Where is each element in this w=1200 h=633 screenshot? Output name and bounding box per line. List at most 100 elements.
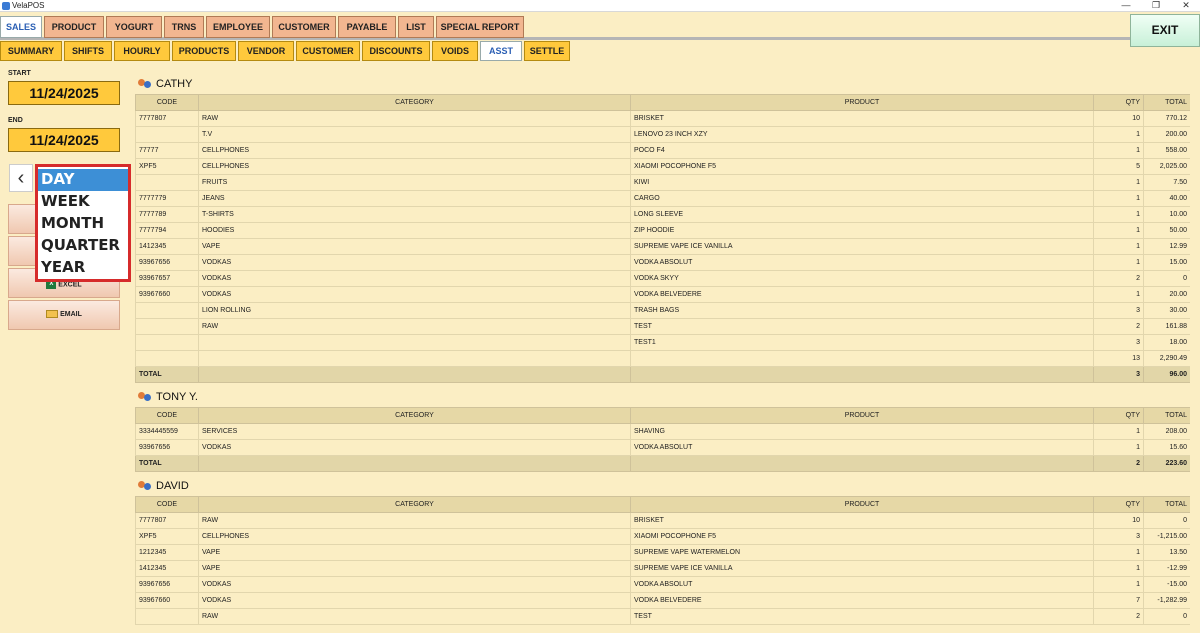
table-cell: VODKAS: [198, 254, 631, 271]
table-row[interactable]: 93967660 VODKAS VODKA BELVEDERE 7 -1,282.99: [135, 592, 1190, 609]
period-dropdown-list[interactable]: DAY WEEK MONTH QUARTER YEAR: [35, 164, 131, 282]
maximize-button[interactable]: ❐: [1142, 0, 1170, 12]
col-product[interactable]: PRODUCT: [630, 94, 1094, 111]
table-row[interactable]: 93967660 VODKAS VODKA BELVEDERE 1 20.00: [135, 286, 1190, 303]
table-cell: 3: [1093, 334, 1144, 351]
table-row[interactable]: 7777807 RAW BRISKET 10 0: [135, 512, 1190, 529]
table-row[interactable]: 7777779 JEANS CARGO 1 40.00: [135, 190, 1190, 207]
table-row[interactable]: 1412345 VAPE SUPREME VAPE ICE VANILLA 1 12.9…: [135, 238, 1190, 255]
col-product[interactable]: PRODUCT: [630, 407, 1094, 424]
start-date-button[interactable]: 11/24/2025: [8, 81, 120, 105]
tab-special-report[interactable]: SPECIAL REPORT: [436, 16, 524, 38]
table-row[interactable]: 93967657 VODKAS VODKA SKYY 2 0: [135, 270, 1190, 287]
tab-yogurt[interactable]: YOGURT: [106, 16, 162, 38]
table-row[interactable]: T.V LENOVO 23 INCH XZY 1 200.00: [135, 126, 1190, 143]
table-cell: 93967660: [135, 592, 199, 609]
tab-list[interactable]: LIST: [398, 16, 434, 38]
table-cell: 30.00: [1143, 302, 1190, 319]
table-cell: SUPREME VAPE WATERMELON: [630, 544, 1094, 561]
table-cell: VAPE: [198, 544, 631, 561]
tab-employee[interactable]: EMPLOYEE: [206, 16, 270, 38]
subtab-discounts[interactable]: DISCOUNTS: [362, 41, 430, 61]
table-cell: VAPE: [198, 560, 631, 577]
minimize-button[interactable]: —: [1112, 0, 1140, 12]
tab-trns[interactable]: TRNS: [164, 16, 204, 38]
table-row[interactable]: 1212345 VAPE SUPREME VAPE WATERMELON 1 13.50: [135, 544, 1190, 561]
previous-period-button[interactable]: ‹: [9, 164, 33, 192]
period-option-month[interactable]: MONTH: [38, 213, 128, 235]
tab-sales[interactable]: SALES: [0, 16, 42, 38]
employee-sales-report[interactable]: CATHY CODE CATEGORY PRODUCT QTY TOTAL 77…: [135, 74, 1190, 633]
col-total[interactable]: TOTAL: [1143, 496, 1190, 513]
subtab-customer[interactable]: CUSTOMER: [296, 41, 360, 61]
table-cell: 7777789: [135, 206, 199, 223]
table-row[interactable]: 93967656 VODKAS VODKA ABSOLUT 1 15.00: [135, 254, 1190, 271]
subtab-voids[interactable]: VOIDS: [432, 41, 478, 61]
table-row[interactable]: 7777789 T-SHIRTS LONG SLEEVE 1 10.00: [135, 206, 1190, 223]
title-bar: VelaPOS — ❐ ✕: [0, 0, 1200, 12]
period-option-week[interactable]: WEEK: [38, 191, 128, 213]
close-window-button[interactable]: ✕: [1172, 0, 1200, 12]
table-cell: 77777: [135, 142, 199, 159]
period-option-year[interactable]: YEAR: [38, 257, 128, 279]
table-cell: SERVICES: [198, 423, 631, 440]
period-option-day[interactable]: DAY: [38, 169, 128, 191]
col-category[interactable]: CATEGORY: [198, 407, 631, 424]
table-row[interactable]: 7777807 RAW BRISKET 10 770.12: [135, 110, 1190, 127]
col-code[interactable]: CODE: [135, 496, 199, 513]
col-total[interactable]: TOTAL: [1143, 407, 1190, 424]
table-cell: SHAVING: [630, 423, 1094, 440]
table-row[interactable]: XPF5 CELLPHONES XIAOMI POCOPHONE F5 5 2,025.…: [135, 158, 1190, 175]
table-cell: [135, 126, 199, 143]
table-cell: [135, 174, 199, 191]
col-qty[interactable]: QTY: [1093, 407, 1144, 424]
col-product[interactable]: PRODUCT: [630, 496, 1094, 513]
tab-payable[interactable]: PAYABLE: [338, 16, 396, 38]
email-button[interactable]: EMAIL: [8, 300, 120, 330]
col-total[interactable]: TOTAL: [1143, 94, 1190, 111]
subtab-hourly[interactable]: HOURLY: [114, 41, 170, 61]
table-row[interactable]: XPF5 CELLPHONES XIAOMI POCOPHONE F5 3 -1,215…: [135, 528, 1190, 545]
period-option-quarter[interactable]: QUARTER: [38, 235, 128, 257]
start-label: START: [8, 70, 31, 77]
subtab-products[interactable]: PRODUCTS: [172, 41, 236, 61]
col-category[interactable]: CATEGORY: [198, 94, 631, 111]
subtab-asst[interactable]: ASST: [480, 41, 522, 61]
table-cell: RAW: [198, 318, 631, 335]
table-row[interactable]: 77777 CELLPHONES POCO F4 1 558.00: [135, 142, 1190, 159]
col-code[interactable]: CODE: [135, 407, 199, 424]
table-cell: VODKAS: [198, 286, 631, 303]
employee-name: CATHY: [156, 78, 193, 90]
table-cell: 3334445559: [135, 423, 199, 440]
table-row[interactable]: 93967656 VODKAS VODKA ABSOLUT 1 15.60: [135, 439, 1190, 456]
subtab-vendor[interactable]: VENDOR: [238, 41, 294, 61]
table-row[interactable]: LION ROLLING TRASH BAGS 3 30.00: [135, 302, 1190, 319]
table-row[interactable]: RAW TEST 2 161.88: [135, 318, 1190, 335]
table-row[interactable]: 1412345 VAPE SUPREME VAPE ICE VANILLA 1 -12.…: [135, 560, 1190, 577]
exit-button[interactable]: EXIT: [1130, 14, 1200, 47]
table-cell: CARGO: [630, 190, 1094, 207]
table-row[interactable]: 3334445559 SERVICES SHAVING 1 208.00: [135, 423, 1190, 440]
total-row: TOTAL 2 223.60: [135, 455, 1190, 472]
tab-product[interactable]: PRODUCT: [44, 16, 104, 38]
table-cell: [630, 366, 1094, 383]
col-category[interactable]: CATEGORY: [198, 496, 631, 513]
table-row[interactable]: 93967656 VODKAS VODKA ABSOLUT 1 -15.00: [135, 576, 1190, 593]
subtab-summary[interactable]: SUMMARY: [0, 41, 62, 61]
col-qty[interactable]: QTY: [1093, 496, 1144, 513]
col-qty[interactable]: QTY: [1093, 94, 1144, 111]
tab-customer[interactable]: CUSTOMER: [272, 16, 336, 38]
table-cell: 0: [1143, 270, 1190, 287]
table-row[interactable]: FRUITS KIWI 1 7.50: [135, 174, 1190, 191]
table-cell: 1: [1093, 560, 1144, 577]
subtab-settle[interactable]: SETTLE: [524, 41, 570, 61]
subtab-shifts[interactable]: SHIFTS: [64, 41, 112, 61]
col-code[interactable]: CODE: [135, 94, 199, 111]
table-cell: CELLPHONES: [198, 158, 631, 175]
end-date-button[interactable]: 11/24/2025: [8, 128, 120, 152]
table-row[interactable]: 7777794 HOODIES ZIP HOODIE 1 50.00: [135, 222, 1190, 239]
table-row[interactable]: RAW TEST 2 0: [135, 608, 1190, 625]
employee-name: TONY Y.: [156, 391, 198, 403]
table-row[interactable]: TEST1 3 18.00: [135, 334, 1190, 351]
table-cell: BRISKET: [630, 512, 1094, 529]
